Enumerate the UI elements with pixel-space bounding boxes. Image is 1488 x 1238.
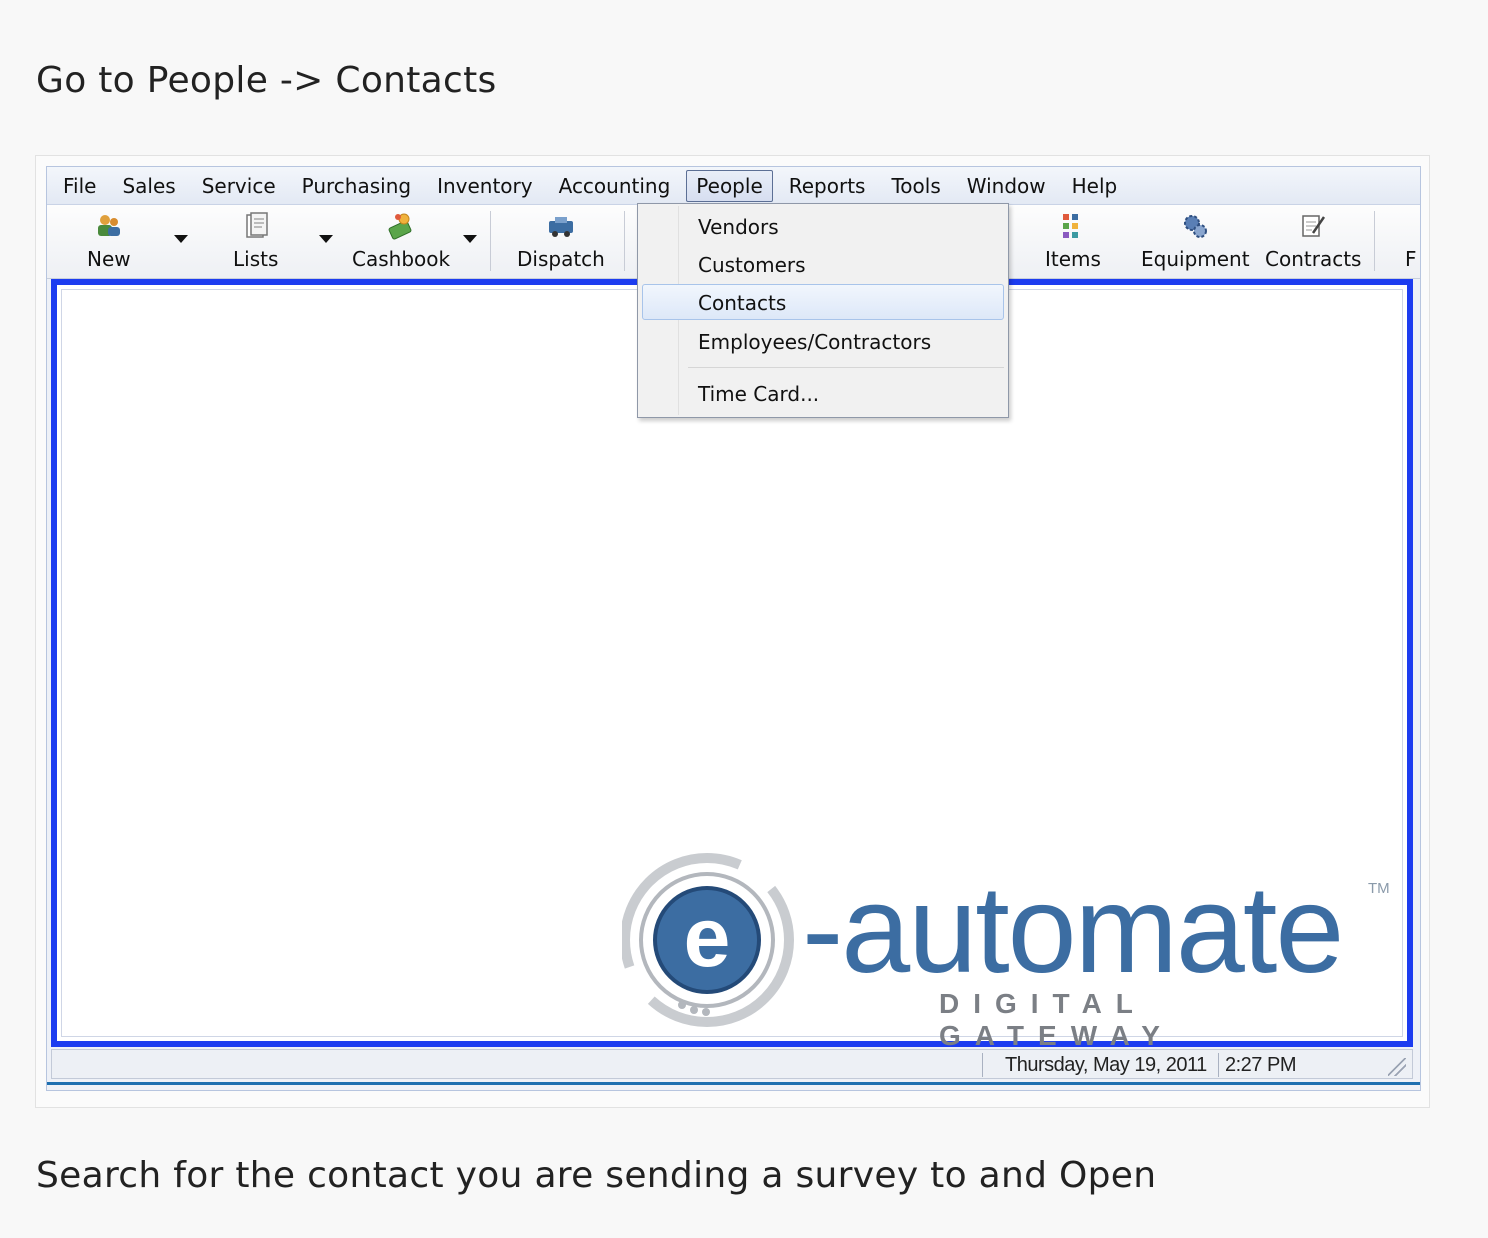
menu-bar: File Sales Service Purchasing Inventory … — [47, 167, 1420, 205]
menu-help[interactable]: Help — [1062, 170, 1128, 202]
new-button[interactable]: New — [87, 211, 131, 271]
menu-item-contacts[interactable]: Contacts — [642, 284, 1004, 320]
instruction-heading-bottom: Search for the contact you are sending a… — [36, 1155, 1157, 1196]
menu-people[interactable]: People — [686, 169, 773, 202]
cashbook-dropdown-arrow-icon[interactable] — [463, 235, 477, 243]
toolbar-separator — [490, 211, 491, 271]
toolbar-cut-off-button[interactable]: F — [1405, 247, 1417, 271]
menu-purchasing[interactable]: Purchasing — [292, 170, 421, 202]
lists-button-label: Lists — [233, 247, 279, 271]
window-bottom-border — [47, 1082, 1420, 1085]
new-dropdown-arrow-icon[interactable] — [174, 235, 188, 243]
menu-tools[interactable]: Tools — [881, 170, 950, 202]
people-menu-dropdown: Vendors Customers Contacts Employees/Con… — [637, 203, 1009, 418]
lists-document-icon — [245, 212, 268, 238]
e-automate-logo: e -automate TM DIGITAL GATEWAY — [622, 850, 1402, 1051]
contracts-pen-icon — [1302, 215, 1326, 237]
status-time: 2:27 PM — [1218, 1053, 1378, 1077]
lists-dropdown-arrow-icon[interactable] — [319, 235, 333, 243]
menu-item-employees-contractors[interactable]: Employees/Contractors — [642, 323, 1004, 359]
items-grid-icon — [1062, 214, 1078, 238]
toolbar-cut-off-label: F — [1405, 247, 1417, 271]
contracts-button-label: Contracts — [1265, 247, 1362, 271]
cashbook-button-label: Cashbook — [352, 247, 451, 271]
menu-window[interactable]: Window — [957, 170, 1056, 202]
new-people-icon — [97, 215, 120, 236]
menu-item-vendors[interactable]: Vendors — [642, 208, 1004, 244]
toolbar-separator — [1374, 211, 1375, 271]
screenshot-frame: File Sales Service Purchasing Inventory … — [35, 155, 1430, 1108]
dispatch-button-label: Dispatch — [517, 247, 605, 271]
app-window: File Sales Service Purchasing Inventory … — [46, 166, 1421, 1091]
menu-separator — [688, 367, 1004, 368]
status-date: Thursday, May 19, 2011 — [982, 1053, 1212, 1077]
menu-inventory[interactable]: Inventory — [427, 170, 543, 202]
dispatch-button[interactable]: Dispatch — [517, 211, 605, 271]
logo-tagline: DIGITAL GATEWAY — [939, 988, 1174, 1051]
logo-wordmark: -automate — [802, 861, 1344, 999]
items-button[interactable]: Items — [1045, 211, 1101, 271]
cashbook-button[interactable]: Cashbook — [352, 211, 450, 271]
menu-file[interactable]: File — [53, 170, 106, 202]
menu-item-time-card[interactable]: Time Card... — [642, 375, 1004, 411]
e-emblem-icon: e — [622, 853, 794, 1027]
status-bar: Thursday, May 19, 2011 2:27 PM — [51, 1049, 1413, 1079]
toolbar-separator — [624, 211, 625, 271]
menu-sales[interactable]: Sales — [112, 170, 185, 202]
menu-item-customers[interactable]: Customers — [642, 246, 1004, 282]
logo-trademark: TM — [1368, 880, 1390, 897]
equipment-button-label: Equipment — [1141, 247, 1250, 271]
menu-accounting[interactable]: Accounting — [549, 170, 681, 202]
equipment-gears-icon — [1184, 215, 1208, 238]
resize-grip-icon[interactable] — [1388, 1058, 1406, 1076]
menu-reports[interactable]: Reports — [779, 170, 876, 202]
contracts-button[interactable]: Contracts — [1265, 211, 1361, 271]
new-button-label: New — [87, 247, 131, 271]
cashbook-money-icon — [388, 213, 412, 240]
instruction-heading-top: Go to People -> Contacts — [36, 60, 497, 101]
equipment-button[interactable]: Equipment — [1141, 211, 1250, 271]
lists-button[interactable]: Lists — [233, 211, 278, 271]
dispatch-truck-icon — [548, 217, 573, 237]
menu-service[interactable]: Service — [192, 170, 286, 202]
items-button-label: Items — [1045, 247, 1101, 271]
svg-text:e: e — [684, 890, 731, 984]
